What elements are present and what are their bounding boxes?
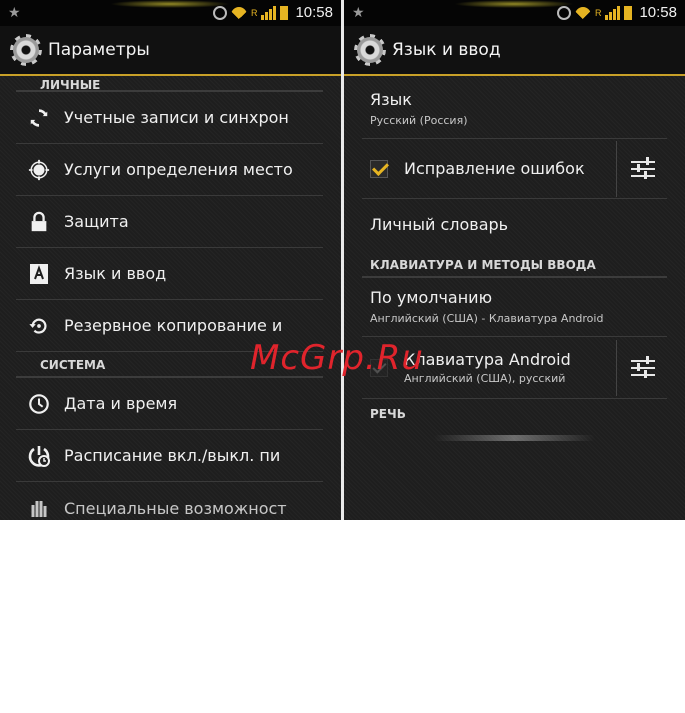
dictionary-label: Личный словарь [370, 215, 509, 234]
language-input-screen: ★ R 10:58 Язык и ввод Язык Русский (Росс… [344, 0, 685, 520]
system-icons: R 10:58 [212, 4, 333, 21]
accessibility-icon [24, 496, 54, 520]
page-title: Язык и ввод [392, 40, 501, 60]
personal-dictionary-item[interactable]: Личный словарь [362, 199, 667, 252]
language-item[interactable]: Язык Русский (Россия) [362, 78, 667, 139]
settings-list: ЛИЧНЫЕ Учетные записи и синхрон Услуги о… [0, 78, 341, 520]
settings-item-language[interactable]: Язык и ввод [16, 248, 323, 300]
settings-gear-icon[interactable] [354, 34, 386, 66]
scroll-fade [434, 435, 595, 441]
settings-item-label: Защита [64, 212, 129, 231]
lock-icon [24, 210, 54, 234]
item-separator [616, 339, 617, 396]
action-bar: Язык и ввод [344, 26, 685, 76]
language-settings-list: Язык Русский (Россия) Исправление ошибок… [344, 78, 685, 520]
android-keyboard-title: Клавиатура Android [404, 350, 571, 369]
clock-icon [24, 392, 54, 416]
settings-item-label: Резервное копирование и [64, 316, 283, 335]
action-bar: Параметры [0, 26, 341, 76]
screenshots-container: ★ R 10:58 Параметры ЛИЧНЫЕ Учетные запис… [0, 0, 685, 520]
signal-icon [605, 5, 621, 20]
battery-icon [280, 5, 289, 20]
battery-icon [624, 5, 633, 20]
settings-gear-icon[interactable] [10, 34, 42, 66]
android-keyboard-text[interactable]: Клавиатура Android Английский (США), рус… [404, 350, 604, 385]
spellcheck-label: Исправление ошибок [404, 159, 585, 178]
sync-icon [24, 106, 54, 130]
default-keyboard-value: Английский (США) - Клавиатура Android [370, 312, 604, 325]
settings-item-label: Услуги определения место [64, 160, 293, 179]
star-notification-icon: ★ [352, 4, 365, 20]
language-value: Русский (Россия) [370, 114, 468, 127]
settings-sliders-icon[interactable] [629, 156, 657, 182]
spellcheck-checkbox[interactable] [370, 159, 388, 178]
section-header-personal: ЛИЧНЫЕ [16, 78, 323, 92]
language-icon [24, 262, 54, 286]
spellcheck-text[interactable]: Исправление ошибок [404, 159, 604, 178]
roaming-label: R [594, 7, 602, 18]
item-separator [616, 140, 617, 197]
roaming-label: R [250, 7, 258, 18]
settings-item-label: Дата и время [64, 394, 178, 413]
status-time: 10:58 [639, 4, 677, 21]
settings-item-security[interactable]: Защита [16, 196, 323, 248]
power-schedule-icon [24, 444, 54, 468]
settings-item-label: Специальные возможност [64, 498, 287, 518]
section-header-keyboard: КЛАВИАТУРА И МЕТОДЫ ВВОДА [362, 252, 667, 278]
page-title: Параметры [48, 40, 150, 60]
status-bar: ★ R 10:58 [344, 0, 685, 26]
default-keyboard-item[interactable]: По умолчанию Английский (США) - Клавиату… [362, 278, 667, 337]
settings-item-power-schedule[interactable]: Расписание вкл./выкл. пи [16, 430, 323, 482]
wifi-icon [230, 6, 247, 19]
language-title: Язык [370, 90, 412, 109]
status-time: 10:58 [295, 4, 333, 21]
settings-item-accessibility[interactable]: Специальные возможност [16, 482, 323, 520]
alarm-icon [556, 5, 571, 20]
alarm-icon [212, 5, 227, 20]
wifi-icon [574, 6, 591, 19]
settings-item-location[interactable]: Услуги определения место [16, 144, 323, 196]
settings-item-label: Учетные записи и синхрон [64, 108, 289, 127]
star-notification-icon: ★ [8, 4, 21, 20]
settings-item-label: Язык и ввод [64, 264, 167, 283]
settings-item-accounts[interactable]: Учетные записи и синхрон [16, 92, 323, 144]
spellcheck-item: Исправление ошибок [362, 139, 667, 199]
status-bar: ★ R 10:58 [0, 0, 341, 26]
signal-icon [261, 5, 277, 20]
section-header-speech: РЕЧЬ [370, 407, 406, 421]
settings-screen: ★ R 10:58 Параметры ЛИЧНЫЕ Учетные запис… [0, 0, 341, 520]
settings-item-label: Расписание вкл./выкл. пи [64, 446, 281, 465]
default-keyboard-title: По умолчанию [370, 288, 493, 307]
backup-icon [24, 314, 54, 338]
location-icon [24, 158, 54, 182]
system-icons: R 10:58 [556, 4, 677, 21]
settings-item-date-time[interactable]: Дата и время [16, 378, 323, 430]
android-keyboard-value: Английский (США), русский [404, 372, 566, 385]
settings-sliders-icon[interactable] [629, 355, 657, 381]
watermark: McGrp.Ru [250, 338, 424, 378]
